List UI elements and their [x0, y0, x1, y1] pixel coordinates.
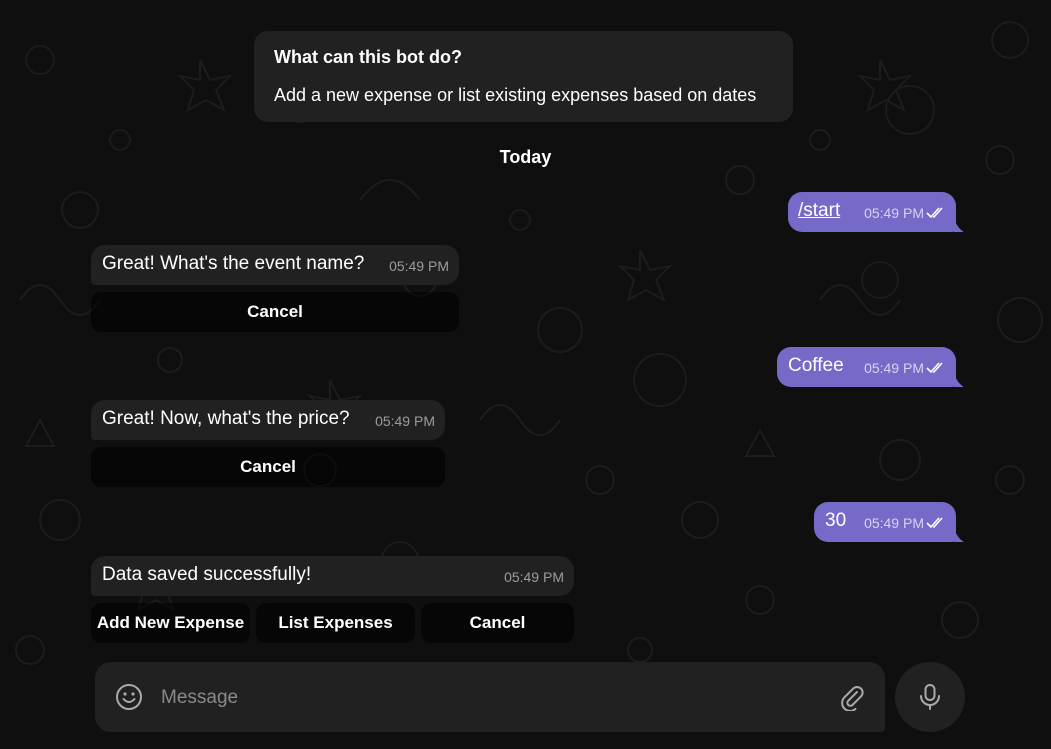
double-check-icon	[926, 362, 943, 374]
inline-keyboard: Cancel	[91, 447, 445, 487]
message-time: 05:49 PM	[864, 360, 924, 376]
date-separator: Today	[499, 147, 552, 167]
paperclip-icon[interactable]	[837, 683, 865, 711]
message-time: 05:49 PM	[375, 413, 435, 429]
microphone-button[interactable]	[895, 662, 965, 732]
message-composer	[95, 662, 885, 732]
double-check-icon	[926, 517, 943, 529]
message-meta: 05:49 PM	[864, 356, 946, 380]
bot-info-title: What can this bot do?	[274, 47, 462, 67]
message-outgoing[interactable]: Coffee 05:49 PM	[777, 347, 956, 387]
list-expenses-button[interactable]: List Expenses	[256, 603, 415, 643]
cancel-button[interactable]: Cancel	[421, 603, 574, 643]
message-text: 30	[825, 510, 847, 531]
message-text: Coffee	[788, 355, 844, 376]
double-check-icon	[926, 207, 943, 219]
bubble-tail	[954, 373, 964, 387]
message-text: Data saved successfully!	[102, 564, 312, 585]
message-text: Great! What's the event name?	[102, 253, 365, 274]
bot-info-card: What can this bot do? Add a new expense …	[254, 31, 793, 122]
message-incoming[interactable]: Great! What's the event name? 05:49 PM	[91, 245, 459, 285]
message-time: 05:49 PM	[389, 258, 449, 274]
message-input[interactable]	[159, 682, 813, 714]
add-new-expense-button[interactable]: Add New Expense	[91, 603, 250, 643]
message-meta: 05:49 PM	[864, 201, 946, 225]
message-outgoing[interactable]: /start 05:49 PM	[788, 192, 956, 232]
inline-keyboard: Add New Expense List Expenses Cancel	[91, 603, 574, 643]
message-text[interactable]: /start	[798, 199, 840, 223]
smile-icon[interactable]	[115, 683, 143, 711]
bot-info-description: Add a new expense or list existing expen…	[274, 85, 757, 105]
bubble-tail	[954, 218, 964, 232]
cancel-button[interactable]: Cancel	[91, 447, 445, 487]
message-time: 05:49 PM	[864, 205, 924, 221]
message-time: 05:49 PM	[504, 569, 564, 585]
bubble-tail	[954, 528, 964, 542]
message-text: Great! Now, what's the price?	[102, 408, 350, 429]
message-time: 05:49 PM	[864, 515, 924, 531]
cancel-button[interactable]: Cancel	[91, 292, 459, 332]
microphone-icon	[920, 684, 940, 710]
message-incoming[interactable]: Data saved successfully! 05:49 PM	[91, 556, 574, 596]
message-meta: 05:49 PM	[864, 511, 946, 535]
message-incoming[interactable]: Great! Now, what's the price? 05:49 PM	[91, 400, 445, 440]
message-outgoing[interactable]: 30 05:49 PM	[814, 502, 956, 542]
inline-keyboard: Cancel	[91, 292, 459, 332]
